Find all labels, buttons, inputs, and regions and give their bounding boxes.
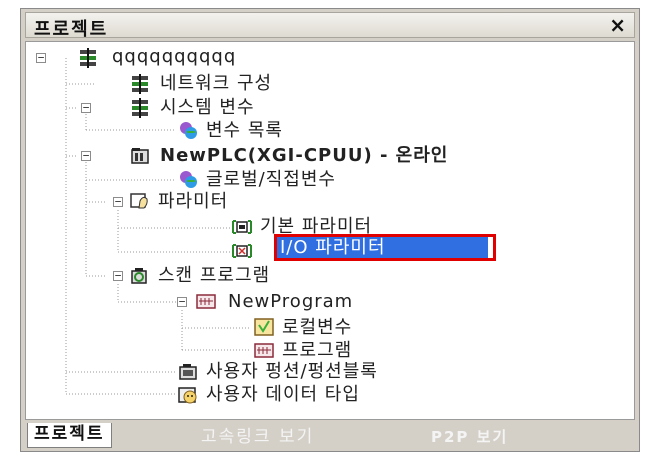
plc-network-icon [132, 98, 148, 118]
tree-item-program[interactable]: 프로그램 [282, 340, 352, 362]
user-data-type-icon [178, 387, 197, 404]
tab-project[interactable]: 프로젝트 [27, 423, 112, 448]
tree-item-basic-parameter[interactable]: 기본 파라미터 [260, 216, 372, 238]
plc-network-icon [132, 74, 148, 94]
io-parameter-icon [232, 244, 252, 258]
panel-title: 프로젝트 [34, 19, 109, 40]
scan-program-icon [131, 268, 147, 284]
program-icon [254, 343, 274, 358]
tab-p2p[interactable]: P2P 보기 [431, 426, 508, 448]
local-variable-icon [254, 318, 274, 336]
collapse-toggle-root[interactable]: − [36, 52, 46, 63]
tree-item-newprogram[interactable]: NewProgram [228, 291, 353, 313]
function-block-icon [179, 364, 197, 380]
plc-cpu-icon [131, 148, 149, 164]
project-tree: − qqqqqqqqqq 네트워크 구성 − 시스템 변수 변수 목록 − Ne… [25, 41, 635, 420]
program-icon [196, 294, 216, 309]
basic-parameter-icon [232, 220, 252, 234]
tree-item-scan-program[interactable]: 스캔 프로그램 [158, 265, 270, 287]
variable-globe-icon [180, 122, 197, 139]
collapse-toggle-system-vars[interactable]: − [81, 102, 91, 113]
parameter-icon [130, 193, 148, 209]
panel-tabs: 프로젝트 고속링크 보기 P2P 보기 [25, 423, 635, 449]
project-panel: 프로젝트 × − qqqqqqqqqq 네트워크 구성 − 시스템 변수 변수 … [20, 8, 640, 452]
plc-network-icon [80, 48, 96, 68]
tree-item-network-config[interactable]: 네트워크 구성 [160, 73, 272, 95]
tree-item-user-data-type[interactable]: 사용자 데이터 타입 [206, 384, 360, 406]
collapse-toggle-newplc[interactable]: − [81, 150, 91, 161]
collapse-toggle-newprogram[interactable]: − [177, 296, 187, 307]
tree-item-local-vars[interactable]: 로컬변수 [282, 317, 352, 339]
variable-globe-icon [180, 171, 197, 188]
tree-item-system-vars[interactable]: 시스템 변수 [160, 97, 255, 119]
close-icon[interactable]: × [609, 13, 626, 37]
tree-item-global-direct-vars[interactable]: 글로벌/직접변수 [206, 169, 336, 191]
tree-item-newplc[interactable]: NewPLC(XGI-CPUU) - 온라인 [160, 145, 448, 167]
collapse-toggle-parameter[interactable]: − [113, 196, 123, 207]
tree-item-user-function[interactable]: 사용자 펑션/펑션블록 [206, 361, 378, 383]
tab-highspeed-link[interactable]: 고속링크 보기 [201, 426, 314, 448]
tree-item-parameter[interactable]: 파라미터 [158, 191, 228, 213]
collapse-toggle-scan-program[interactable]: − [113, 270, 123, 281]
tree-item-variable-list[interactable]: 변수 목록 [206, 120, 283, 142]
tree-item-io-parameter[interactable]: I/O 파라미터 [280, 237, 386, 259]
tree-item-project-root[interactable]: qqqqqqqqqq [112, 46, 236, 68]
panel-titlebar: 프로젝트 × [25, 12, 635, 40]
